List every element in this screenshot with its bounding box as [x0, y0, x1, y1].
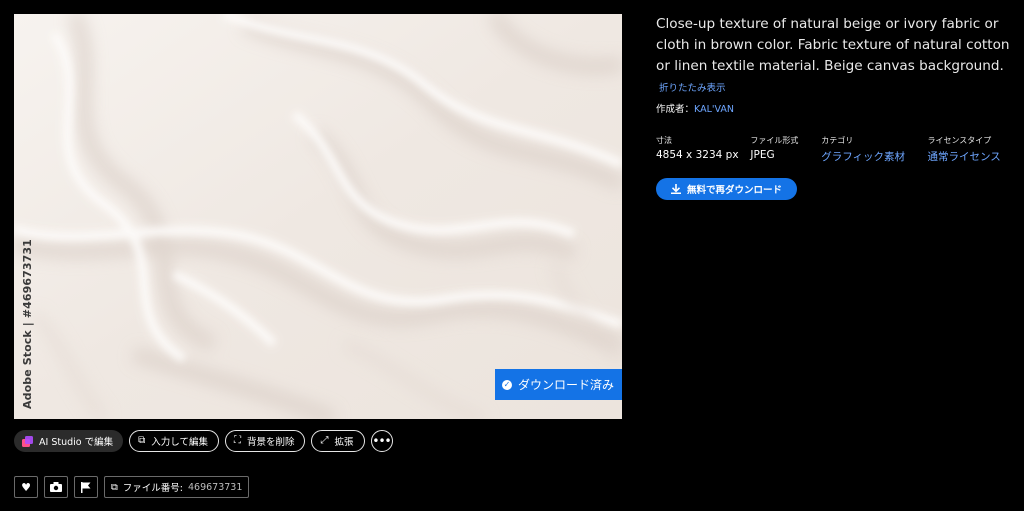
expand-button[interactable]: ⤢ 拡張 — [311, 430, 365, 452]
download-icon — [670, 184, 681, 194]
redownload-button[interactable]: 無料で再ダウンロード — [656, 178, 797, 200]
redownload-label: 無料で再ダウンロード — [686, 185, 782, 196]
downloaded-badge: ✓ ダウンロード済み — [494, 369, 622, 400]
dimensions-label: 寸法 — [656, 136, 672, 145]
fabric-texture-image — [14, 14, 622, 419]
meta-file-format: ファイル形式 JPEG — [750, 135, 821, 164]
ai-studio-icon — [22, 435, 33, 447]
creator-label: 作成者： — [656, 104, 695, 115]
text-edit-icon: ⧉ — [138, 435, 146, 446]
input-edit-label: 入力して編集 — [151, 437, 208, 448]
heart-icon: ♥ — [21, 480, 31, 494]
edit-actions-bar: AI Studio で編集 ⧉ 入力して編集 ⛶ 背景を削除 ⤢ 拡張 ••• — [14, 430, 393, 452]
input-edit-button[interactable]: ⧉ 入力して編集 — [129, 430, 219, 452]
asset-title-text: Close-up texture of natural beige or ivo… — [656, 16, 1010, 74]
remove-background-button[interactable]: ⛶ 背景を削除 — [224, 430, 306, 452]
save-to-library-button[interactable]: ♥ — [14, 476, 38, 498]
file-number-copy[interactable]: ⧉ ファイル番号: 469673731 — [104, 476, 250, 498]
asset-metadata: 寸法 4854 x 3234 px ファイル形式 JPEG カテゴリ グラフィッ… — [656, 135, 1016, 164]
camera-icon — [50, 482, 62, 492]
license-type-link[interactable]: 通常ライセンス — [927, 149, 1016, 164]
meta-dimensions: 寸法 4854 x 3234 px — [656, 135, 750, 164]
meta-license-type: ライセンスタイプ 通常ライセンス — [927, 135, 1016, 164]
remove-background-label: 背景を削除 — [246, 437, 295, 448]
creator-line: 作成者：KAL'VAN — [656, 101, 1016, 115]
meta-category: カテゴリ グラフィック素材 — [821, 135, 927, 164]
collapse-toggle-link[interactable]: 折りたたみ表示 — [659, 83, 726, 94]
file-number-label: ファイル番号: — [122, 483, 183, 494]
more-options-button[interactable]: ••• — [370, 430, 393, 452]
ai-studio-label: AI Studio で編集 — [39, 437, 114, 448]
report-button[interactable] — [74, 476, 98, 498]
remove-background-icon: ⛶ — [233, 435, 241, 446]
expand-label: 拡張 — [334, 437, 354, 448]
asset-preview-image[interactable]: Adobe Stock | #469673731 ✓ ダウンロード済み — [14, 14, 622, 419]
utility-bar: ♥ ⧉ ファイル番号: 469673731 — [14, 476, 250, 498]
file-number-value: 469673731 — [188, 481, 243, 493]
asset-info-panel: Close-up texture of natural beige or ivo… — [656, 14, 1016, 200]
ai-studio-edit-button[interactable]: AI Studio で編集 — [14, 430, 124, 452]
expand-icon: ⤢ — [320, 435, 329, 446]
creator-link[interactable]: KAL'VAN — [694, 104, 734, 115]
copy-icon: ⧉ — [111, 481, 118, 493]
stock-asset-page: Adobe Stock | #469673731 ✓ ダウンロード済み AI S… — [0, 0, 1024, 511]
find-similar-button[interactable] — [44, 476, 68, 498]
license-type-label: ライセンスタイプ — [927, 136, 992, 145]
adobe-stock-watermark: Adobe Stock | #469673731 — [21, 239, 34, 409]
asset-title: Close-up texture of natural beige or ivo… — [656, 14, 1016, 99]
flag-icon — [81, 481, 91, 493]
check-icon: ✓ — [501, 379, 512, 390]
file-format-value: JPEG — [750, 149, 775, 161]
dimensions-value: 4854 x 3234 px — [656, 149, 739, 161]
more-icon: ••• — [372, 434, 391, 448]
downloaded-label: ダウンロード済み — [517, 378, 614, 392]
category-link[interactable]: グラフィック素材 — [821, 149, 927, 164]
file-format-label: ファイル形式 — [750, 136, 799, 145]
category-label: カテゴリ — [821, 136, 854, 145]
